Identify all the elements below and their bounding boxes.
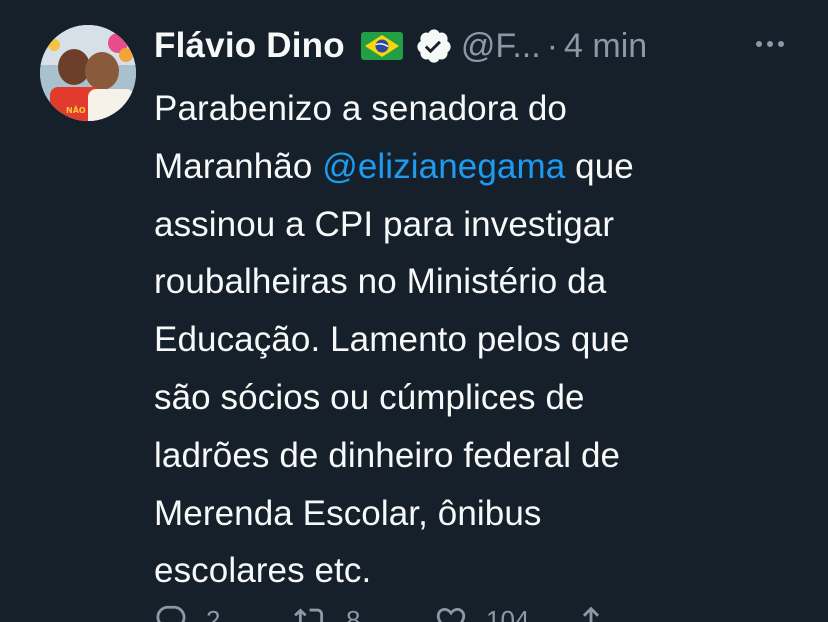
tweet-text-line: escolares etc.	[154, 542, 794, 600]
tweet-text-segment: escolares etc.	[154, 551, 372, 591]
tweet-text-line: assinou a CPI para investigar	[154, 196, 794, 254]
tweet-text-line: ladrões de dinheiro federal de	[154, 427, 794, 485]
tweet-text-segment: Maranhão	[154, 146, 323, 186]
tweet-text-segment: que	[565, 146, 634, 186]
like-count: 104	[486, 604, 530, 622]
separator-dot: ·	[546, 26, 559, 65]
mention-link[interactable]: @elizianegama	[322, 147, 565, 186]
author-handle[interactable]: @F...	[461, 27, 541, 66]
tweet-text-line: Maranhão @elizianegama que	[154, 138, 794, 196]
avatar[interactable]: NÃO	[40, 25, 136, 121]
tweet-text-segment: roubalheiras no Ministério da	[154, 262, 607, 302]
tweet-header: Flávio Dino @F... · 4 min	[154, 20, 647, 72]
more-icon[interactable]	[750, 24, 790, 64]
tweet-text-segment: assinou a CPI para investigar	[154, 204, 615, 244]
retweet-button[interactable]: 8	[294, 603, 434, 622]
author-name[interactable]: Flávio Dino	[154, 26, 345, 66]
retweet-count: 8	[346, 604, 361, 622]
tweet-text-line: são sócios ou cúmplices de	[154, 369, 794, 427]
tweet-text-line: roubalheiras no Ministério da	[154, 253, 794, 311]
tweet[interactable]: NÃO Flávio Dino @F... · 4 min Parabenizo…	[0, 0, 828, 622]
verified-badge-icon	[415, 27, 453, 65]
tweet-text-line: Educação. Lamento pelos que	[154, 311, 794, 369]
share-button[interactable]	[574, 603, 714, 622]
tweet-text-segment: Parabenizo a senadora do	[154, 89, 567, 128]
tweet-timestamp[interactable]: 4 min	[564, 27, 647, 66]
svg-text:NÃO: NÃO	[66, 105, 86, 115]
tweet-text-line: Merenda Escolar, ônibus	[154, 485, 794, 543]
tweet-text-segment: são sócios ou cúmplices de	[154, 377, 585, 417]
tweet-text-segment: Educação. Lamento pelos que	[154, 320, 630, 360]
heart-icon	[436, 607, 466, 622]
retweet-icon	[294, 608, 324, 622]
reply-count: 2	[206, 604, 221, 622]
tweet-text: Parabenizo a senadora do Maranhão @elizia…	[154, 80, 794, 600]
tweet-text-line: Parabenizo a senadora do	[154, 80, 794, 138]
share-icon	[582, 606, 600, 622]
reply-icon	[156, 605, 186, 622]
tweet-text-segment: Merenda Escolar, ônibus	[154, 493, 542, 533]
brazil-flag-icon	[360, 32, 403, 60]
like-button[interactable]: 104	[434, 603, 574, 622]
reply-button[interactable]: 2	[154, 603, 294, 622]
tweet-text-segment: ladrões de dinheiro federal de	[154, 435, 621, 475]
action-bar: 2 8 104	[154, 600, 714, 622]
